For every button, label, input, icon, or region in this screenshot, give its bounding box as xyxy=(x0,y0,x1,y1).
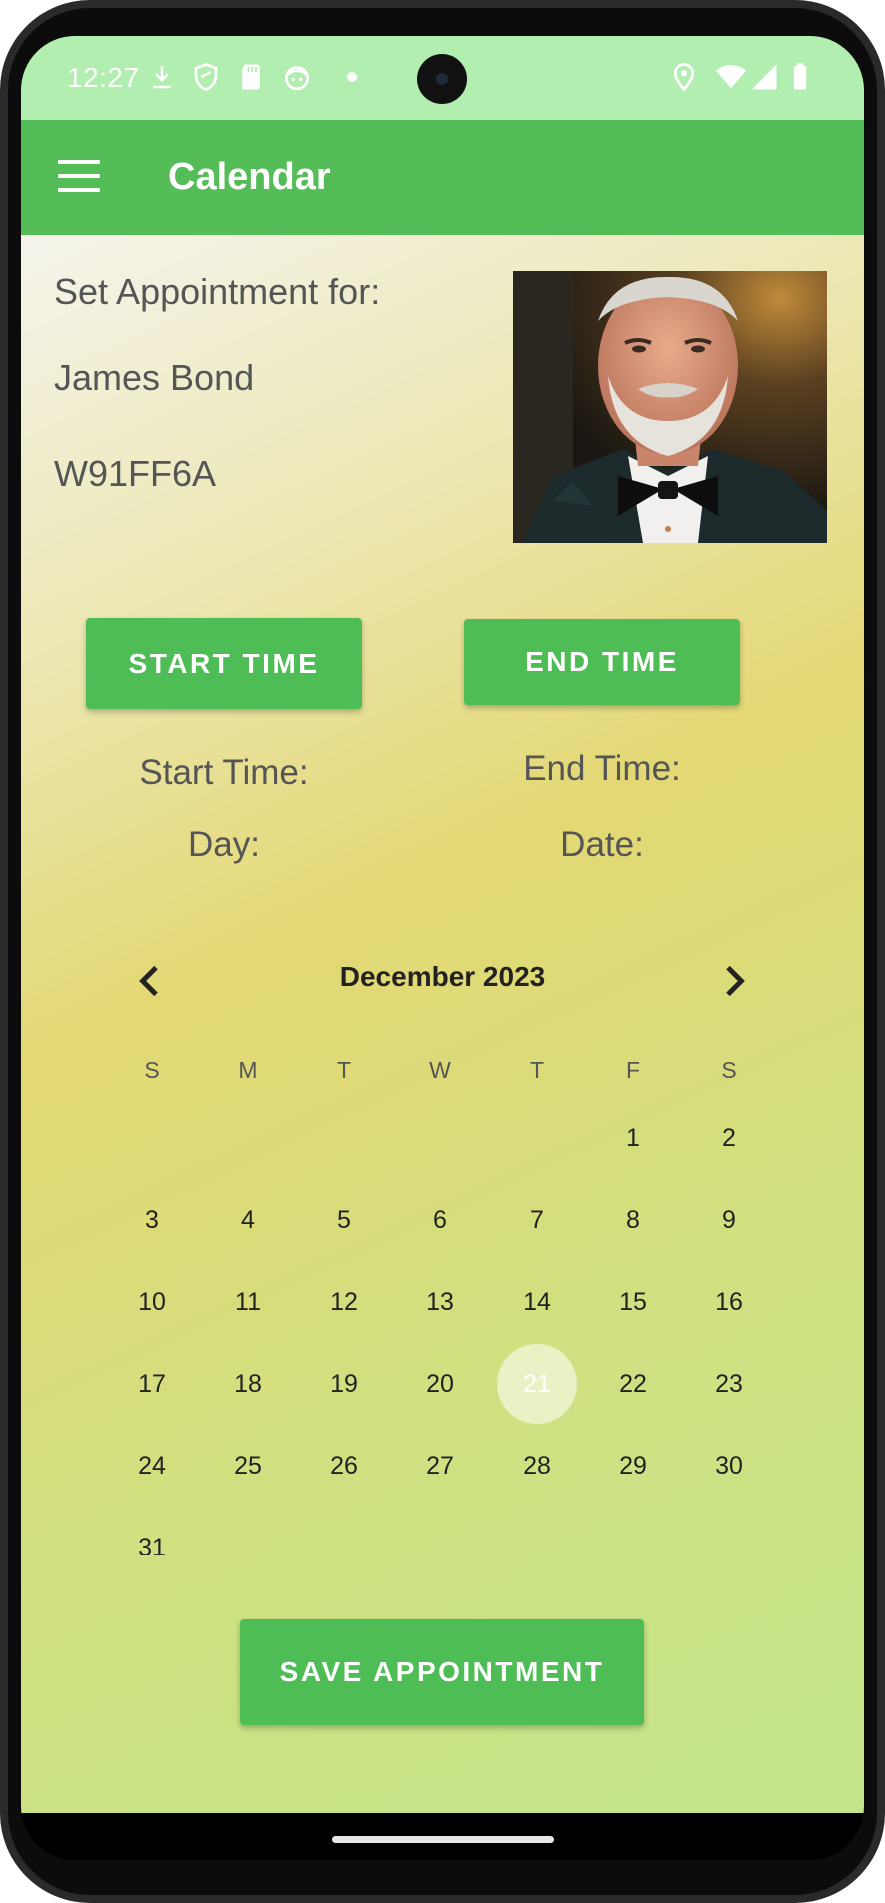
weekday-header: T xyxy=(336,1057,352,1083)
calendar-day[interactable]: 30 xyxy=(689,1426,769,1506)
calendar-day[interactable]: 2 xyxy=(689,1098,769,1178)
calendar-day[interactable]: 28 xyxy=(497,1426,577,1506)
client-code: W91FF6A xyxy=(54,453,217,494)
calendar-day[interactable]: 27 xyxy=(400,1426,480,1506)
calendar-day[interactable]: 8 xyxy=(593,1180,673,1260)
sd-card-icon xyxy=(242,64,260,90)
client-name: James Bond xyxy=(54,357,255,398)
calendar-day[interactable]: 18 xyxy=(208,1344,288,1424)
status-bar: 12:27 xyxy=(21,36,864,120)
calendar-day[interactable]: 5 xyxy=(304,1180,384,1260)
calendar-day[interactable]: 16 xyxy=(689,1262,769,1342)
start-time-label: Start Time: xyxy=(139,753,309,792)
weekday-header: S xyxy=(721,1057,737,1083)
calendar-day[interactable]: 11 xyxy=(208,1262,288,1342)
screen: 12:27 Calendar Set Appointment for: Jame… xyxy=(21,36,864,1860)
chevron-right-icon[interactable] xyxy=(713,961,753,1001)
day-label: Day: xyxy=(188,825,260,864)
calendar-day[interactable]: 26 xyxy=(304,1426,384,1506)
calendar-day[interactable]: 25 xyxy=(208,1426,288,1506)
appointment-heading: Set Appointment for: xyxy=(54,271,381,312)
wifi-icon xyxy=(716,65,746,89)
calendar-day[interactable]: 29 xyxy=(593,1426,673,1506)
start-time-button[interactable]: START TIME xyxy=(86,618,362,709)
location-icon xyxy=(673,63,695,92)
calendar-day[interactable]: 20 xyxy=(400,1344,480,1424)
calendar-day[interactable]: 13 xyxy=(400,1262,480,1342)
battery-icon xyxy=(793,63,807,90)
status-time: 12:27 xyxy=(67,62,140,93)
calendar-day[interactable]: 17 xyxy=(112,1344,192,1424)
appointment-form: Set Appointment for: James Bond W91FF6A xyxy=(21,235,864,1813)
signal-icon xyxy=(751,64,777,90)
calendar-day[interactable]: 4 xyxy=(208,1180,288,1260)
calendar-day[interactable]: 15 xyxy=(593,1262,673,1342)
shield-icon xyxy=(194,63,218,91)
front-camera xyxy=(417,54,467,104)
weekday-header: T xyxy=(529,1057,545,1083)
face-icon xyxy=(285,66,309,91)
calendar-day[interactable]: 19 xyxy=(304,1344,384,1424)
end-time-button[interactable]: END TIME xyxy=(464,619,740,705)
calendar-day-selected[interactable]: 21 xyxy=(497,1344,577,1424)
calendar-day[interactable]: 6 xyxy=(400,1180,480,1260)
calendar-day[interactable]: 23 xyxy=(689,1344,769,1424)
calendar-view: December 2023 SMTWTFS 1 2 3 4 5 6 7 8 9 10 11 12 13 1… xyxy=(21,935,864,1555)
end-time-label: End Time: xyxy=(523,749,681,788)
app-bar: Calendar xyxy=(21,120,864,235)
download-icon xyxy=(153,65,171,89)
calendar-day[interactable]: 22 xyxy=(593,1344,673,1424)
phone-frame: 12:27 Calendar Set Appointment for: Jame… xyxy=(0,0,885,1903)
hamburger-menu-icon[interactable] xyxy=(58,160,100,192)
home-indicator[interactable] xyxy=(332,1836,554,1843)
weekday-header: F xyxy=(625,1057,641,1083)
weekday-header: M xyxy=(238,1057,258,1083)
weekday-header: W xyxy=(429,1057,451,1083)
save-appointment-button[interactable]: SAVE APPOINTMENT xyxy=(240,1619,644,1725)
calendar-day[interactable]: 9 xyxy=(689,1180,769,1260)
calendar-day[interactable]: 14 xyxy=(497,1262,577,1342)
calendar-day[interactable]: 24 xyxy=(112,1426,192,1506)
app-bar-title: Calendar xyxy=(168,156,331,198)
calendar-day[interactable]: 31 xyxy=(112,1508,192,1555)
calendar-day[interactable]: 10 xyxy=(112,1262,192,1342)
calendar-day[interactable]: 7 xyxy=(497,1180,577,1260)
calendar-day[interactable]: 3 xyxy=(112,1180,192,1260)
calendar-day[interactable]: 1 xyxy=(593,1098,673,1178)
client-photo xyxy=(513,271,827,543)
dot-icon xyxy=(347,72,357,82)
calendar-day[interactable]: 12 xyxy=(304,1262,384,1342)
date-label: Date: xyxy=(560,825,644,864)
weekday-header: S xyxy=(144,1057,160,1083)
